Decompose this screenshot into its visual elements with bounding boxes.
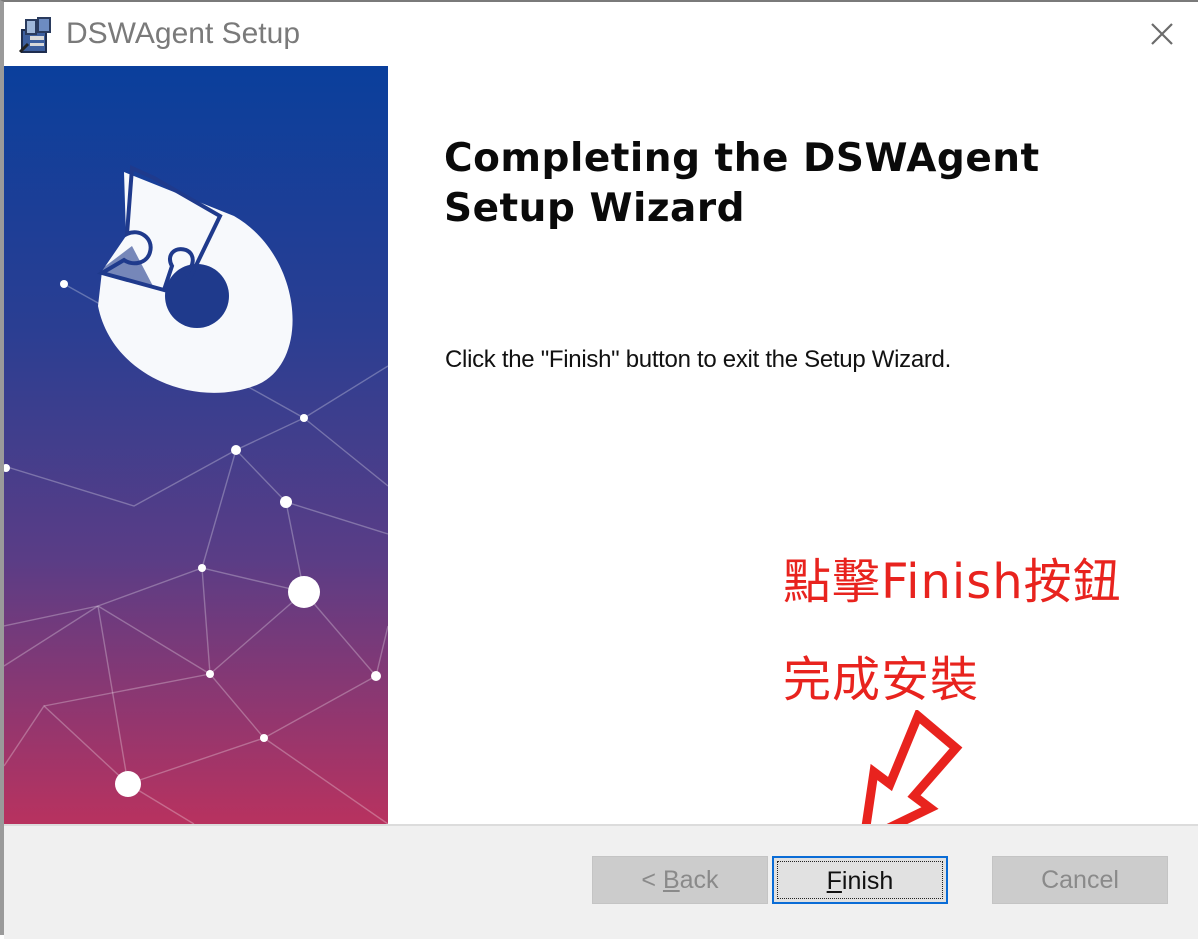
back-button-prefix: < bbox=[641, 866, 663, 894]
setup-window: DSWAgent Setup Completing the DSWAgent S… bbox=[0, 0, 1198, 939]
button-bar: < Back Finish Cancel bbox=[4, 824, 1198, 939]
finish-button[interactable]: Finish bbox=[772, 856, 948, 904]
focus-indicator bbox=[777, 861, 943, 899]
annotation-line-1: 點擊Finish按鈕 bbox=[783, 554, 1122, 610]
close-icon[interactable] bbox=[1144, 16, 1180, 52]
back-button[interactable]: < Back bbox=[592, 856, 768, 904]
cancel-button[interactable]: Cancel bbox=[992, 856, 1168, 904]
wizard-message: Click the "Finish" button to exit the Se… bbox=[445, 346, 951, 373]
annotation-line-2: 完成安裝 bbox=[783, 652, 980, 708]
side-panel-graphic bbox=[4, 66, 388, 824]
window-title: DSWAgent Setup bbox=[66, 17, 301, 50]
back-button-accel: B bbox=[662, 866, 680, 894]
title-bar: DSWAgent Setup bbox=[4, 2, 1198, 66]
installer-package-icon bbox=[18, 17, 51, 54]
back-button-rest: ack bbox=[679, 866, 719, 894]
wizard-heading: Completing the DSWAgent Setup Wizard bbox=[444, 136, 1040, 231]
